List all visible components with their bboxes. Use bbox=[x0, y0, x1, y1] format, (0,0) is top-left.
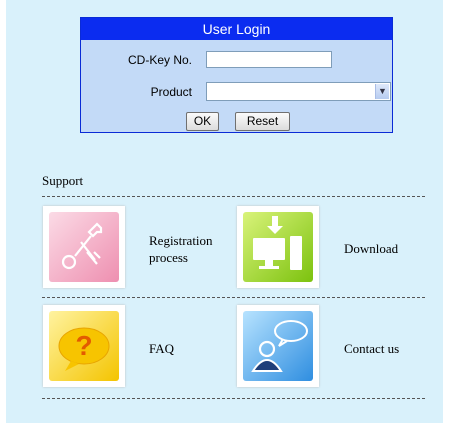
page-background: User Login CD-Key No. Product ▼ OK Reset… bbox=[6, 0, 443, 423]
download-label[interactable]: Download bbox=[344, 240, 398, 257]
registration-tile[interactable] bbox=[43, 206, 125, 288]
question-icon: ? bbox=[49, 311, 119, 381]
product-select[interactable]: ▼ bbox=[206, 82, 391, 101]
product-label: Product bbox=[150, 85, 192, 99]
contact-label[interactable]: Contact us bbox=[344, 340, 399, 357]
download-icon bbox=[243, 212, 313, 282]
registration-label[interactable]: Registration process bbox=[149, 232, 213, 266]
faq-label[interactable]: FAQ bbox=[149, 340, 174, 357]
tools-icon bbox=[49, 212, 119, 282]
registration-label-line1: Registration bbox=[149, 233, 213, 248]
faq-tile[interactable]: ? bbox=[43, 305, 125, 387]
contact-tile[interactable] bbox=[237, 305, 319, 387]
support-title: Support bbox=[42, 173, 84, 188]
cdkey-input[interactable] bbox=[206, 51, 332, 68]
product-selected-value bbox=[207, 85, 210, 99]
download-tile[interactable] bbox=[237, 206, 319, 288]
ok-button[interactable]: OK bbox=[186, 112, 219, 131]
registration-label-line2: process bbox=[149, 250, 188, 265]
login-panel: User Login CD-Key No. Product ▼ OK Reset bbox=[80, 17, 393, 133]
divider bbox=[42, 398, 425, 399]
login-title: User Login bbox=[81, 18, 392, 40]
chevron-down-icon[interactable]: ▼ bbox=[375, 84, 389, 99]
divider bbox=[42, 196, 425, 197]
svg-text:?: ? bbox=[75, 330, 92, 361]
reset-button[interactable]: Reset bbox=[235, 112, 290, 131]
contact-icon bbox=[243, 311, 313, 381]
divider bbox=[42, 297, 425, 298]
cdkey-label: CD-Key No. bbox=[127, 53, 192, 67]
